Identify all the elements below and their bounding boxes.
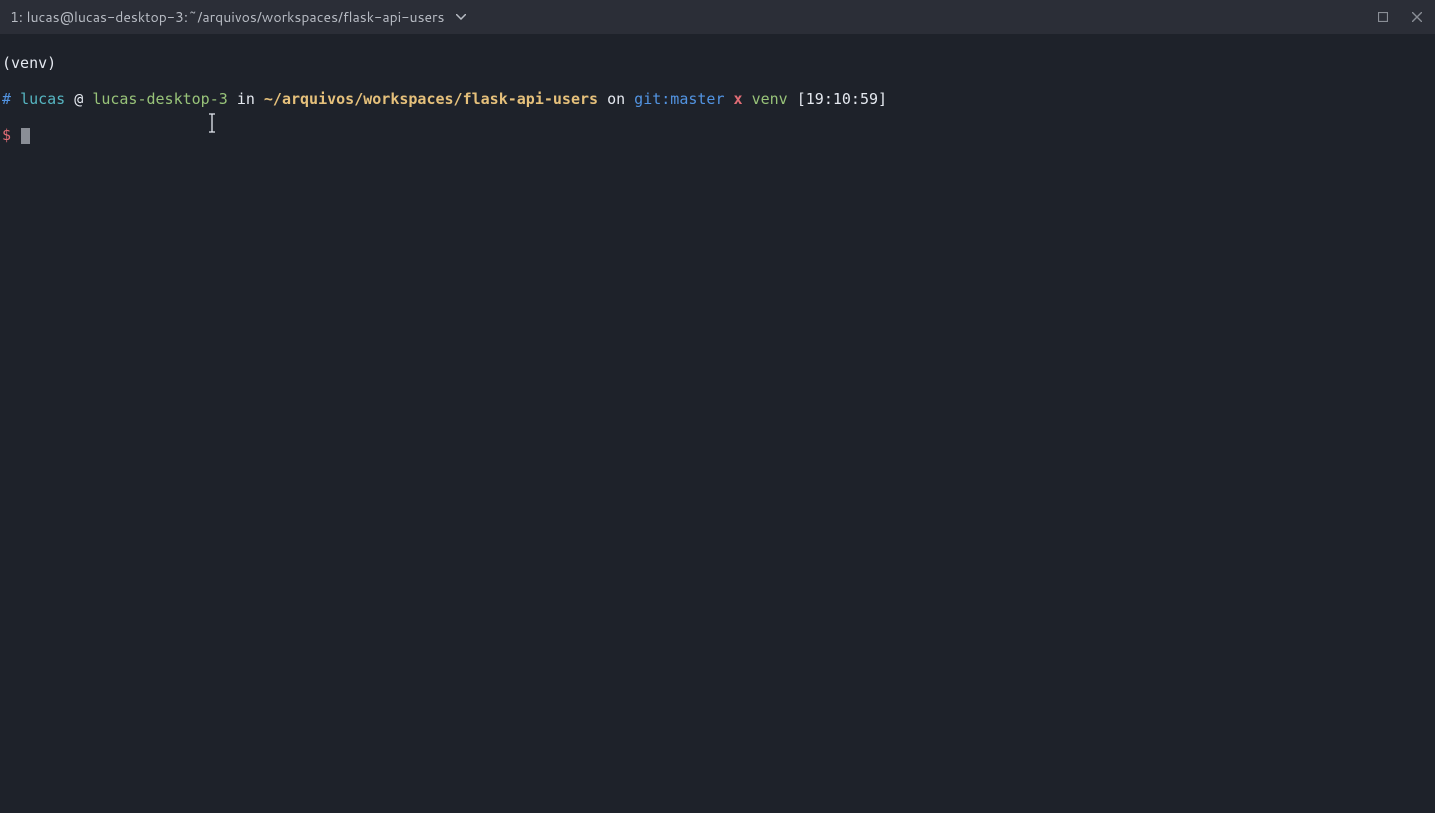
prompt-at: @	[74, 90, 83, 108]
venv-indicator: (venv)	[2, 54, 56, 72]
maximize-icon[interactable]	[1375, 9, 1391, 25]
window-controls	[1375, 9, 1425, 25]
venv-name: venv	[752, 90, 788, 108]
git-branch: master	[670, 90, 724, 108]
window-title-group[interactable]: 1: lucas@lucas-desktop-3:~/arquivos/work…	[10, 7, 466, 27]
prompt-in: in	[237, 90, 255, 108]
git-dirty-indicator: x	[734, 90, 743, 108]
prompt-host: lucas-desktop-3	[92, 90, 227, 108]
prompt-timestamp: [19:10:59]	[797, 90, 887, 108]
terminal-output[interactable]: (venv) # lucas @ lucas-desktop-3 in ~/ar…	[0, 34, 1435, 164]
prompt-hash: #	[2, 90, 11, 108]
prompt-dollar: $	[2, 126, 11, 144]
chevron-down-icon[interactable]	[456, 14, 466, 20]
close-icon[interactable]	[1409, 9, 1425, 25]
window-title: 1: lucas@lucas-desktop-3:~/arquivos/work…	[10, 7, 444, 27]
prompt-user: lucas	[20, 90, 65, 108]
titlebar: 1: lucas@lucas-desktop-3:~/arquivos/work…	[0, 0, 1435, 34]
prompt-on: on	[607, 90, 625, 108]
prompt-path: ~/arquivos/workspaces/flask-api-users	[264, 90, 598, 108]
cursor-block	[21, 128, 30, 144]
git-label: git:	[634, 90, 670, 108]
